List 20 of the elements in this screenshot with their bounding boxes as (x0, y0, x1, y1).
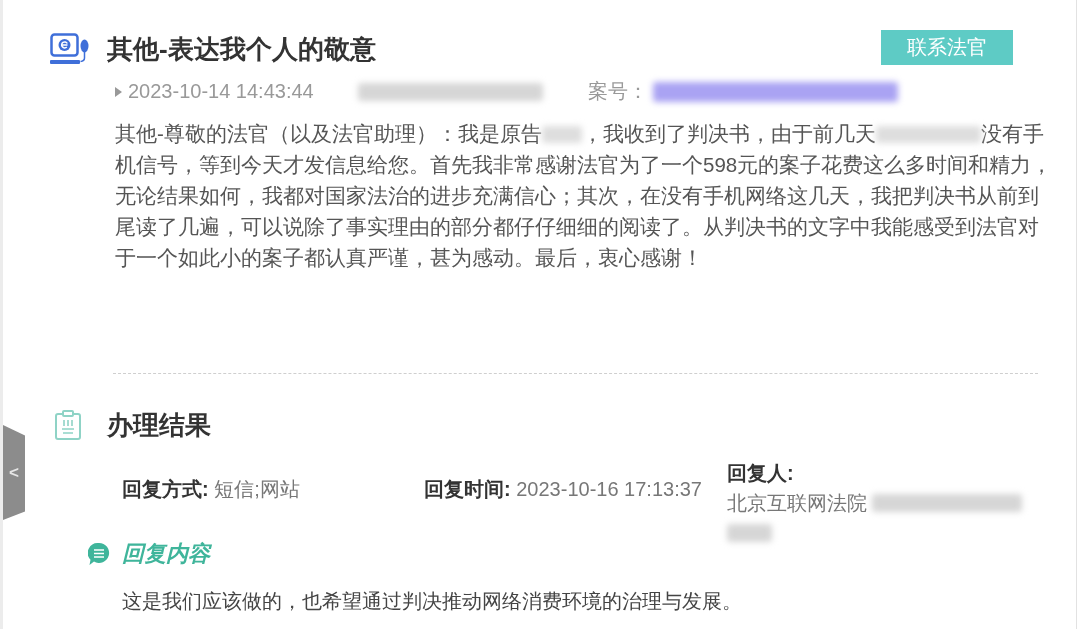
reply-text: 这是我们应该做的，也希望通过判决推动网络消费环境的治理与发展。 (122, 589, 742, 614)
collapse-tab[interactable]: < (3, 425, 25, 520)
field-label: 回复人: (727, 461, 794, 486)
field-value: 短信;网站 (214, 478, 300, 500)
reply-heading: 回复内容 (122, 540, 210, 568)
field-value: 北京互联网法院 (727, 492, 867, 514)
message-text: 其他-尊敬的法官（以及法官助理）：我是原告 ，我收到了判决书，由于前几天 没有手机信号，等到今天才发信息给您。首先我非常感谢法官为了一个598元的案子花费这么多时间和精力，无论结果如何，我都对国家法治的进步充满信心；其次，在没有手机网络这几天，我把判决书从前到尾读了几遍，可以说除了事实理由的部分都仔仔细细的阅读了。从判决书的文字中我能感受到法官对于一个如此小的案子都认真严谨，甚为感动。最后，衷心感谢！ (115, 121, 1053, 271)
case-number-label: 案号： (587, 79, 648, 104)
redacted-link[interactable] (652, 81, 898, 102)
field-label: 回复方式: (122, 478, 209, 500)
submitted-date: 2023-10-14 14:43:44 (128, 79, 314, 104)
section-title: 办理结果 (107, 409, 211, 442)
field-label: 回复时间: (424, 478, 511, 500)
contact-judge-button[interactable]: 联系法官 (881, 30, 1013, 65)
case-title: 其他-表达我个人的敬意 (107, 33, 376, 66)
clipboard-icon (54, 410, 82, 440)
chat-bubble-icon (88, 542, 110, 566)
field-value: 2023-10-16 17:13:37 (516, 478, 702, 500)
computer-icon (50, 33, 90, 65)
triangle-icon (115, 86, 122, 97)
